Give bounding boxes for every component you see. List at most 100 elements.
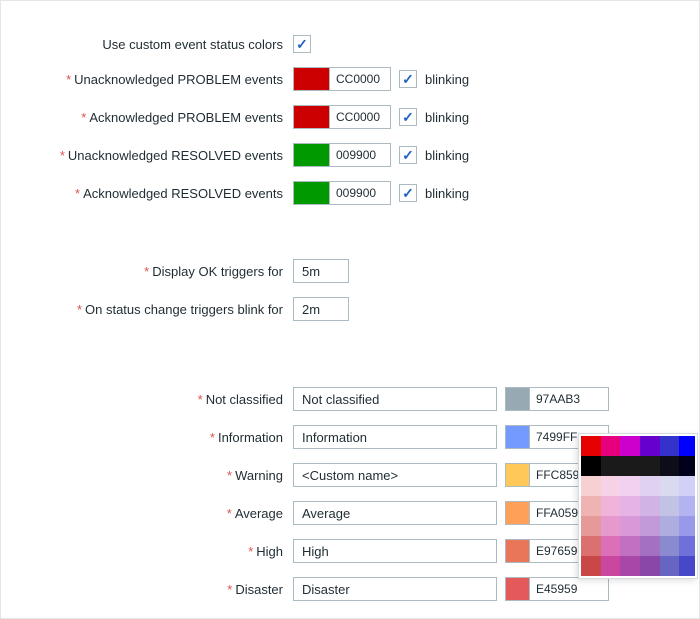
- required-marker: *: [198, 392, 203, 407]
- severity-label: High: [256, 544, 283, 559]
- required-marker: *: [81, 110, 86, 125]
- required-marker: *: [227, 506, 232, 521]
- palette-cell[interactable]: [601, 436, 621, 456]
- palette-cell[interactable]: [660, 456, 680, 476]
- palette-cell[interactable]: [679, 556, 695, 576]
- severity-name-input[interactable]: Average: [293, 501, 497, 525]
- palette-cell[interactable]: [581, 476, 601, 496]
- palette-cell[interactable]: [581, 456, 601, 476]
- label-blink-for: On status change triggers blink for: [85, 302, 283, 317]
- color-code-input[interactable]: CC0000: [329, 67, 391, 91]
- palette-cell[interactable]: [581, 436, 601, 456]
- palette-row: [581, 456, 695, 476]
- required-marker: *: [248, 544, 253, 559]
- required-marker: *: [75, 186, 80, 201]
- checkbox-blinking[interactable]: [399, 108, 417, 126]
- severity-color-swatch[interactable]: [505, 387, 529, 411]
- required-marker: *: [210, 430, 215, 445]
- palette-cell[interactable]: [679, 496, 695, 516]
- input-display-ok[interactable]: 5m: [293, 259, 349, 283]
- palette-cell[interactable]: [660, 436, 680, 456]
- palette-cell[interactable]: [581, 516, 601, 536]
- palette-row: [581, 516, 695, 536]
- palette-cell[interactable]: [640, 536, 660, 556]
- palette-cell[interactable]: [581, 556, 601, 576]
- severity-name-input[interactable]: Not classified: [293, 387, 497, 411]
- severity-label: Warning: [235, 468, 283, 483]
- color-swatch[interactable]: [293, 181, 329, 205]
- palette-cell[interactable]: [660, 536, 680, 556]
- palette-cell[interactable]: [679, 536, 695, 556]
- color-code-input[interactable]: 009900: [329, 181, 391, 205]
- palette-cell[interactable]: [601, 476, 621, 496]
- palette-cell[interactable]: [581, 496, 601, 516]
- palette-cell[interactable]: [640, 476, 660, 496]
- palette-cell[interactable]: [620, 536, 640, 556]
- severity-name-input[interactable]: Information: [293, 425, 497, 449]
- palette-cell[interactable]: [620, 456, 640, 476]
- palette-row: [581, 476, 695, 496]
- palette-cell[interactable]: [601, 556, 621, 576]
- row-use-custom: Use custom event status colors: [1, 35, 699, 53]
- palette-cell[interactable]: [640, 496, 660, 516]
- severity-color-code-input[interactable]: 97AAB3: [529, 387, 609, 411]
- label-display-ok: Display OK triggers for: [152, 264, 283, 279]
- row-ack-resolved: *Acknowledged RESOLVED events009900blink…: [1, 181, 699, 205]
- palette-cell[interactable]: [601, 516, 621, 536]
- palette-cell[interactable]: [601, 536, 621, 556]
- label-blinking: blinking: [425, 110, 469, 125]
- color-swatch[interactable]: [293, 67, 329, 91]
- palette-row: [581, 536, 695, 556]
- event-label: Acknowledged PROBLEM events: [89, 110, 283, 125]
- palette-cell[interactable]: [640, 456, 660, 476]
- palette-cell[interactable]: [620, 436, 640, 456]
- palette-cell[interactable]: [620, 556, 640, 576]
- checkbox-blinking[interactable]: [399, 146, 417, 164]
- severity-name-input[interactable]: <Custom name>: [293, 463, 497, 487]
- palette-cell[interactable]: [601, 496, 621, 516]
- color-code-input[interactable]: 009900: [329, 143, 391, 167]
- required-marker: *: [60, 148, 65, 163]
- row-display-ok: *Display OK triggers for 5m: [1, 259, 699, 283]
- palette-cell[interactable]: [679, 436, 695, 456]
- input-blink-for[interactable]: 2m: [293, 297, 349, 321]
- palette-cell[interactable]: [581, 536, 601, 556]
- palette-cell[interactable]: [620, 516, 640, 536]
- palette-cell[interactable]: [620, 476, 640, 496]
- palette-cell[interactable]: [640, 436, 660, 456]
- severity-color-code-input[interactable]: E45959: [529, 577, 609, 601]
- severity-color-swatch[interactable]: [505, 577, 529, 601]
- palette-cell[interactable]: [601, 456, 621, 476]
- checkbox-blinking[interactable]: [399, 70, 417, 88]
- color-swatch[interactable]: [293, 143, 329, 167]
- severity-name-input[interactable]: Disaster: [293, 577, 497, 601]
- row-unack-resolved: *Unacknowledged RESOLVED events009900bli…: [1, 143, 699, 167]
- severity-label: Average: [235, 506, 283, 521]
- severity-color-swatch[interactable]: [505, 501, 529, 525]
- checkbox-use-custom[interactable]: [293, 35, 311, 53]
- palette-cell[interactable]: [640, 556, 660, 576]
- severity-color-swatch[interactable]: [505, 539, 529, 563]
- severity-color-swatch[interactable]: [505, 425, 529, 449]
- palette-row: [581, 436, 695, 456]
- severity-label: Information: [218, 430, 283, 445]
- palette-cell[interactable]: [660, 496, 680, 516]
- row-blink-for: *On status change triggers blink for 2m: [1, 297, 699, 321]
- settings-form: Use custom event status colors *Unacknow…: [0, 0, 700, 619]
- checkbox-blinking[interactable]: [399, 184, 417, 202]
- palette-cell[interactable]: [660, 476, 680, 496]
- color-swatch[interactable]: [293, 105, 329, 129]
- color-code-input[interactable]: CC0000: [329, 105, 391, 129]
- palette-cell[interactable]: [660, 556, 680, 576]
- severity-name-input[interactable]: High: [293, 539, 497, 563]
- palette-cell[interactable]: [620, 496, 640, 516]
- palette-cell[interactable]: [679, 516, 695, 536]
- severity-color-swatch[interactable]: [505, 463, 529, 487]
- palette-cell[interactable]: [679, 476, 695, 496]
- palette-cell[interactable]: [640, 516, 660, 536]
- required-marker: *: [66, 72, 71, 87]
- event-label: Acknowledged RESOLVED events: [83, 186, 283, 201]
- palette-cell[interactable]: [660, 516, 680, 536]
- palette-cell[interactable]: [679, 456, 695, 476]
- palette-row: [581, 556, 695, 576]
